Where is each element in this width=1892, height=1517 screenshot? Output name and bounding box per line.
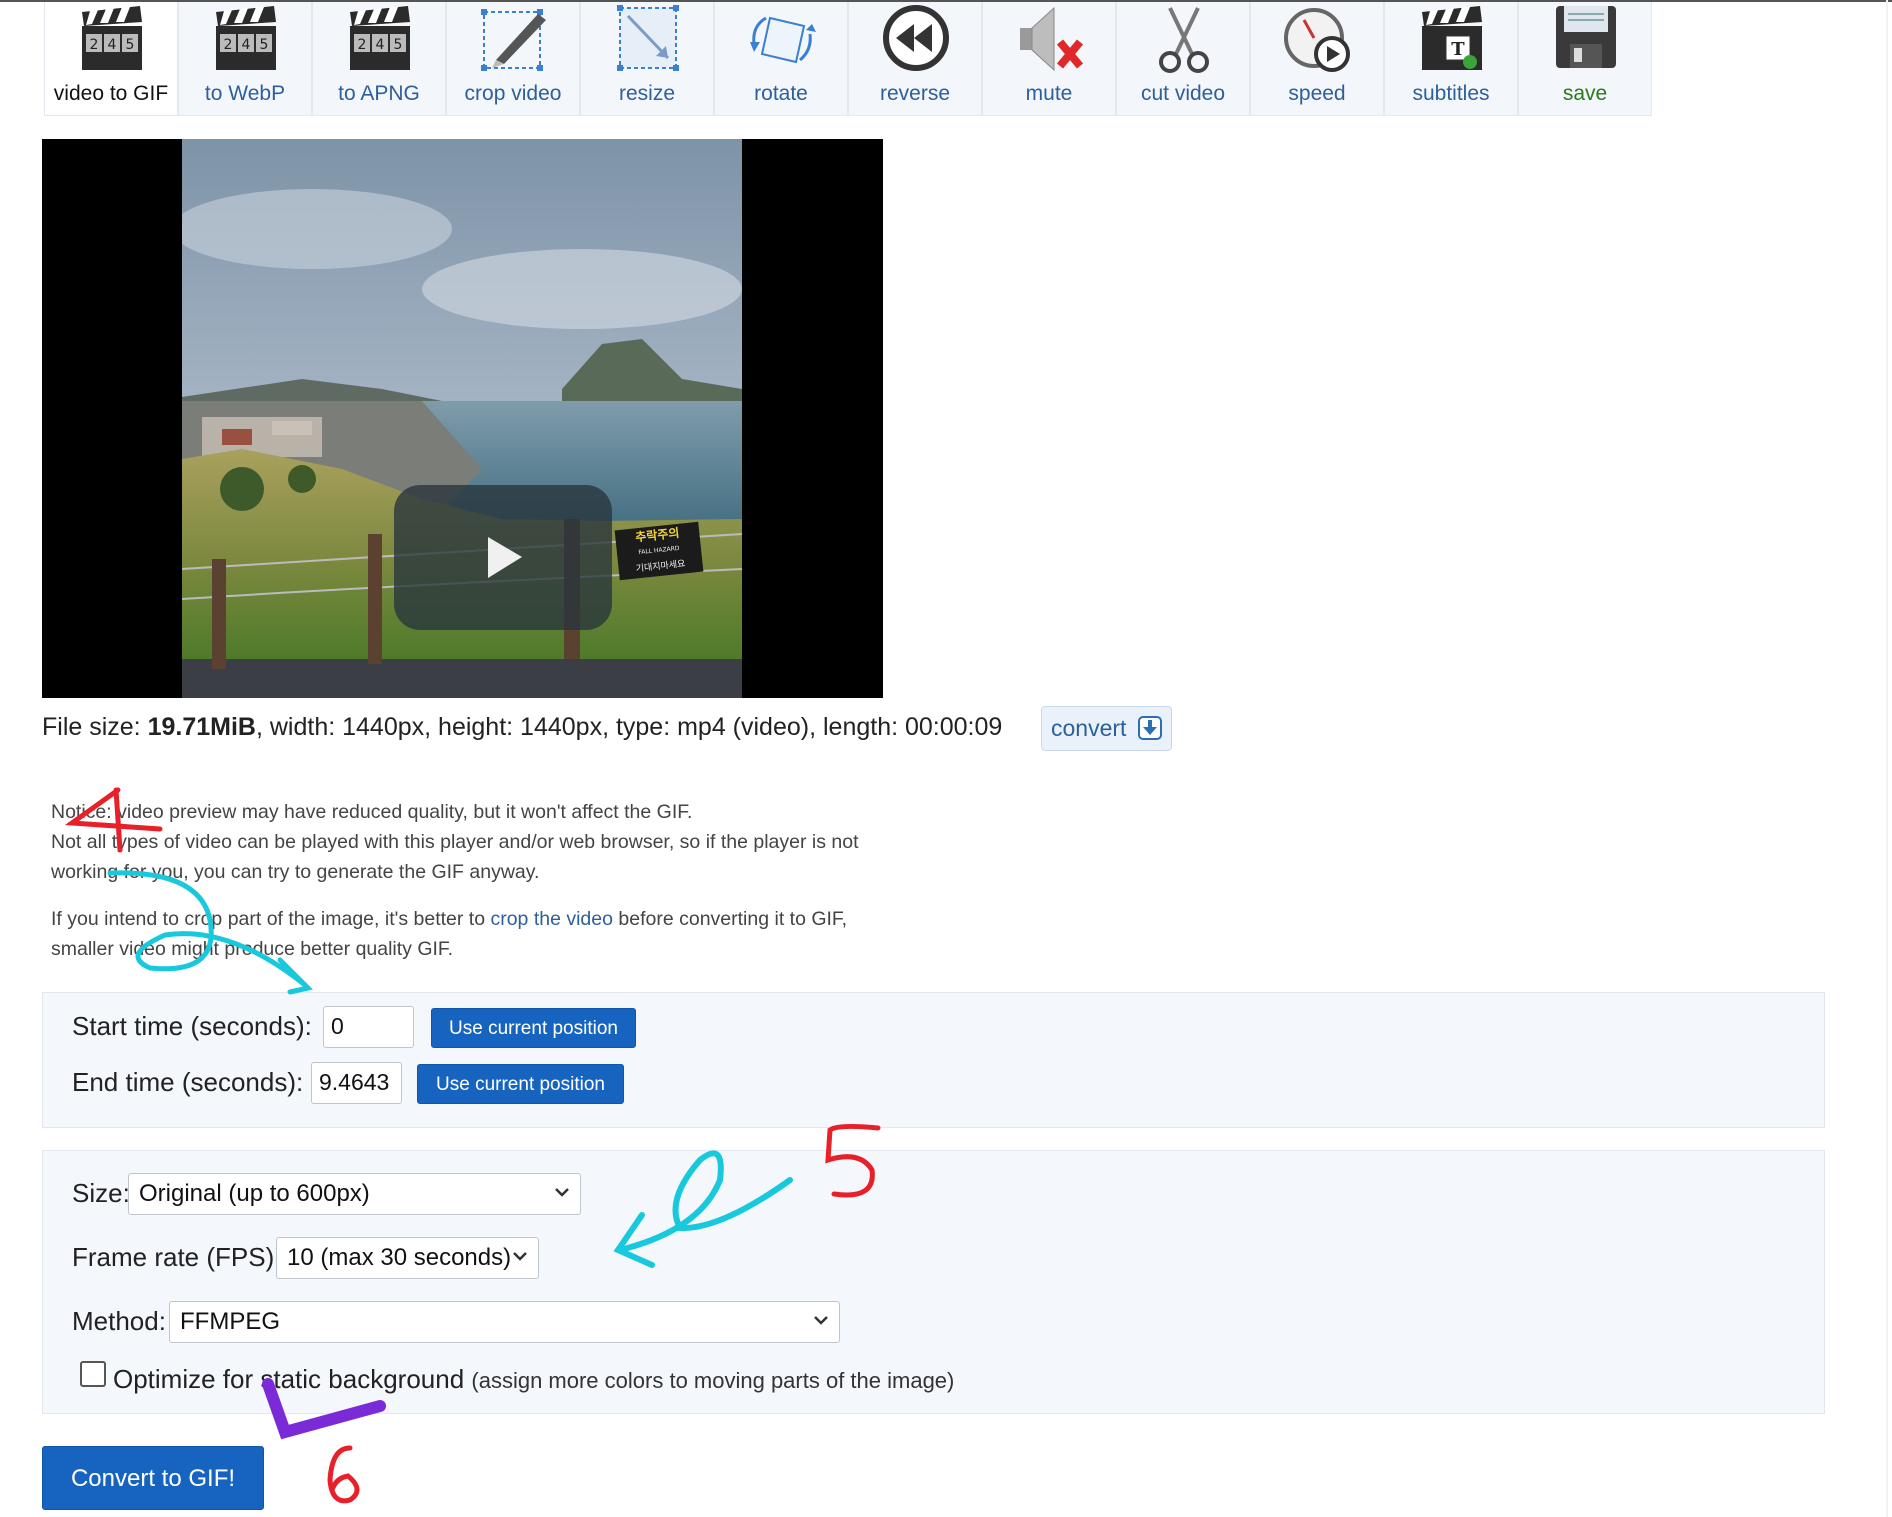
tool-label: to WebP (204, 82, 286, 105)
tool-cut-video[interactable]: cut video (1116, 2, 1250, 116)
tool-speed[interactable]: speed (1250, 2, 1384, 116)
tool-rotate[interactable]: rotate (714, 2, 848, 116)
speed-icon (1284, 8, 1350, 72)
svg-text:4: 4 (242, 37, 251, 53)
crop-icon (481, 9, 546, 71)
start-use-current-button[interactable]: Use current position (431, 1008, 636, 1048)
svg-text:T: T (1451, 39, 1465, 60)
size-label: Size: (72, 1178, 130, 1208)
video-player[interactable]: 추락주의 FALL HAZARD 기대지마세요 (42, 139, 883, 698)
subtitles-icon: T (1422, 6, 1482, 70)
download-icon (1138, 716, 1162, 740)
file-size: 19.71MiB (147, 713, 256, 741)
crop-video-link[interactable]: crop the video (490, 908, 613, 930)
tool-to-apng[interactable]: 2 4 5 to APNG (312, 2, 446, 116)
svg-text:4: 4 (376, 37, 385, 53)
tool-to-webp[interactable]: 2 4 5 to WebP (178, 2, 312, 116)
clapperboard-icon: 2 4 5 (82, 6, 142, 70)
scissors-icon (1159, 7, 1209, 73)
tool-label: speed (1288, 82, 1346, 105)
svg-text:2: 2 (224, 37, 233, 53)
chevron-down-icon (814, 1316, 828, 1325)
tool-label: rotate (754, 82, 808, 105)
tool-label: reverse (879, 82, 951, 105)
tool-label: save (1562, 82, 1608, 105)
size-select[interactable]: Original (up to 600px) (128, 1173, 581, 1215)
notice-line: working for you, you can try to generate… (51, 861, 540, 883)
toolbar: 2 4 5 video to GIF 2 4 5 to WebP 2 4 5 t… (44, 2, 1652, 116)
tool-label: subtitles (1412, 82, 1490, 105)
tool-reverse[interactable]: reverse (848, 2, 982, 116)
method-select[interactable]: FFMPEG (169, 1301, 840, 1343)
crop-tip-line2: smaller video might produce better quali… (51, 938, 454, 960)
end-time-label: End time (seconds): (72, 1067, 304, 1097)
convert-label: convert (1051, 715, 1127, 741)
chevron-down-icon (555, 1188, 569, 1197)
tool-label: crop video (464, 82, 562, 105)
tool-subtitles[interactable]: T subtitles (1384, 2, 1518, 116)
clapperboard-icon: 2 4 5 (350, 6, 410, 70)
clapperboard-icon: 2 4 5 (216, 6, 276, 70)
svg-text:4: 4 (108, 37, 117, 53)
scrollbar-track[interactable] (1886, 0, 1888, 1517)
file-info: File size: 19.71MiB, width: 1440px, heig… (42, 713, 1003, 741)
tool-save[interactable]: save (1518, 2, 1652, 116)
svg-text:2: 2 (358, 37, 367, 53)
tool-label: cut video (1140, 82, 1226, 105)
convert-to-gif-button[interactable]: Convert to GIF! (42, 1446, 264, 1510)
tool-label: video to GIF (53, 82, 169, 105)
chevron-down-icon (513, 1252, 527, 1261)
mute-icon (1020, 6, 1084, 72)
end-time-input[interactable]: 9.4643 (311, 1062, 402, 1104)
fps-select[interactable]: 10 (max 30 seconds) (276, 1237, 539, 1279)
start-time-label: Start time (seconds): (72, 1011, 312, 1041)
tool-label: to APNG (338, 82, 420, 105)
optimize-checkbox[interactable] (80, 1361, 106, 1387)
fps-label: Frame rate (FPS): (72, 1242, 282, 1272)
resize-icon (617, 5, 679, 71)
optimize-label: Optimize for static background (assign m… (113, 1364, 955, 1394)
reverse-icon (883, 5, 949, 71)
tool-video-to-gif[interactable]: 2 4 5 video to GIF (44, 2, 178, 116)
tool-resize[interactable]: resize (580, 2, 714, 116)
svg-text:5: 5 (260, 37, 269, 53)
play-icon (488, 537, 522, 578)
tool-label: resize (618, 82, 676, 105)
notice-line: Not all types of video can be played wit… (51, 831, 859, 853)
svg-text:2: 2 (90, 37, 99, 53)
notice-line: Notice: video preview may have reduced q… (51, 801, 693, 823)
tool-label: mute (1025, 82, 1073, 105)
tool-mute[interactable]: mute (982, 2, 1116, 116)
method-label: Method: (72, 1306, 166, 1336)
tool-crop-video[interactable]: crop video (446, 2, 580, 116)
start-time-input[interactable]: 0 (323, 1006, 414, 1048)
play-button[interactable] (394, 485, 612, 630)
svg-text:5: 5 (126, 37, 135, 53)
crop-tip: If you intend to crop part of the image,… (51, 908, 848, 930)
floppy-disk-icon (1556, 6, 1616, 68)
end-use-current-button[interactable]: Use current position (417, 1064, 624, 1104)
svg-text:5: 5 (394, 37, 403, 53)
rotate-icon (750, 16, 816, 64)
convert-button[interactable]: convert (1041, 706, 1172, 751)
